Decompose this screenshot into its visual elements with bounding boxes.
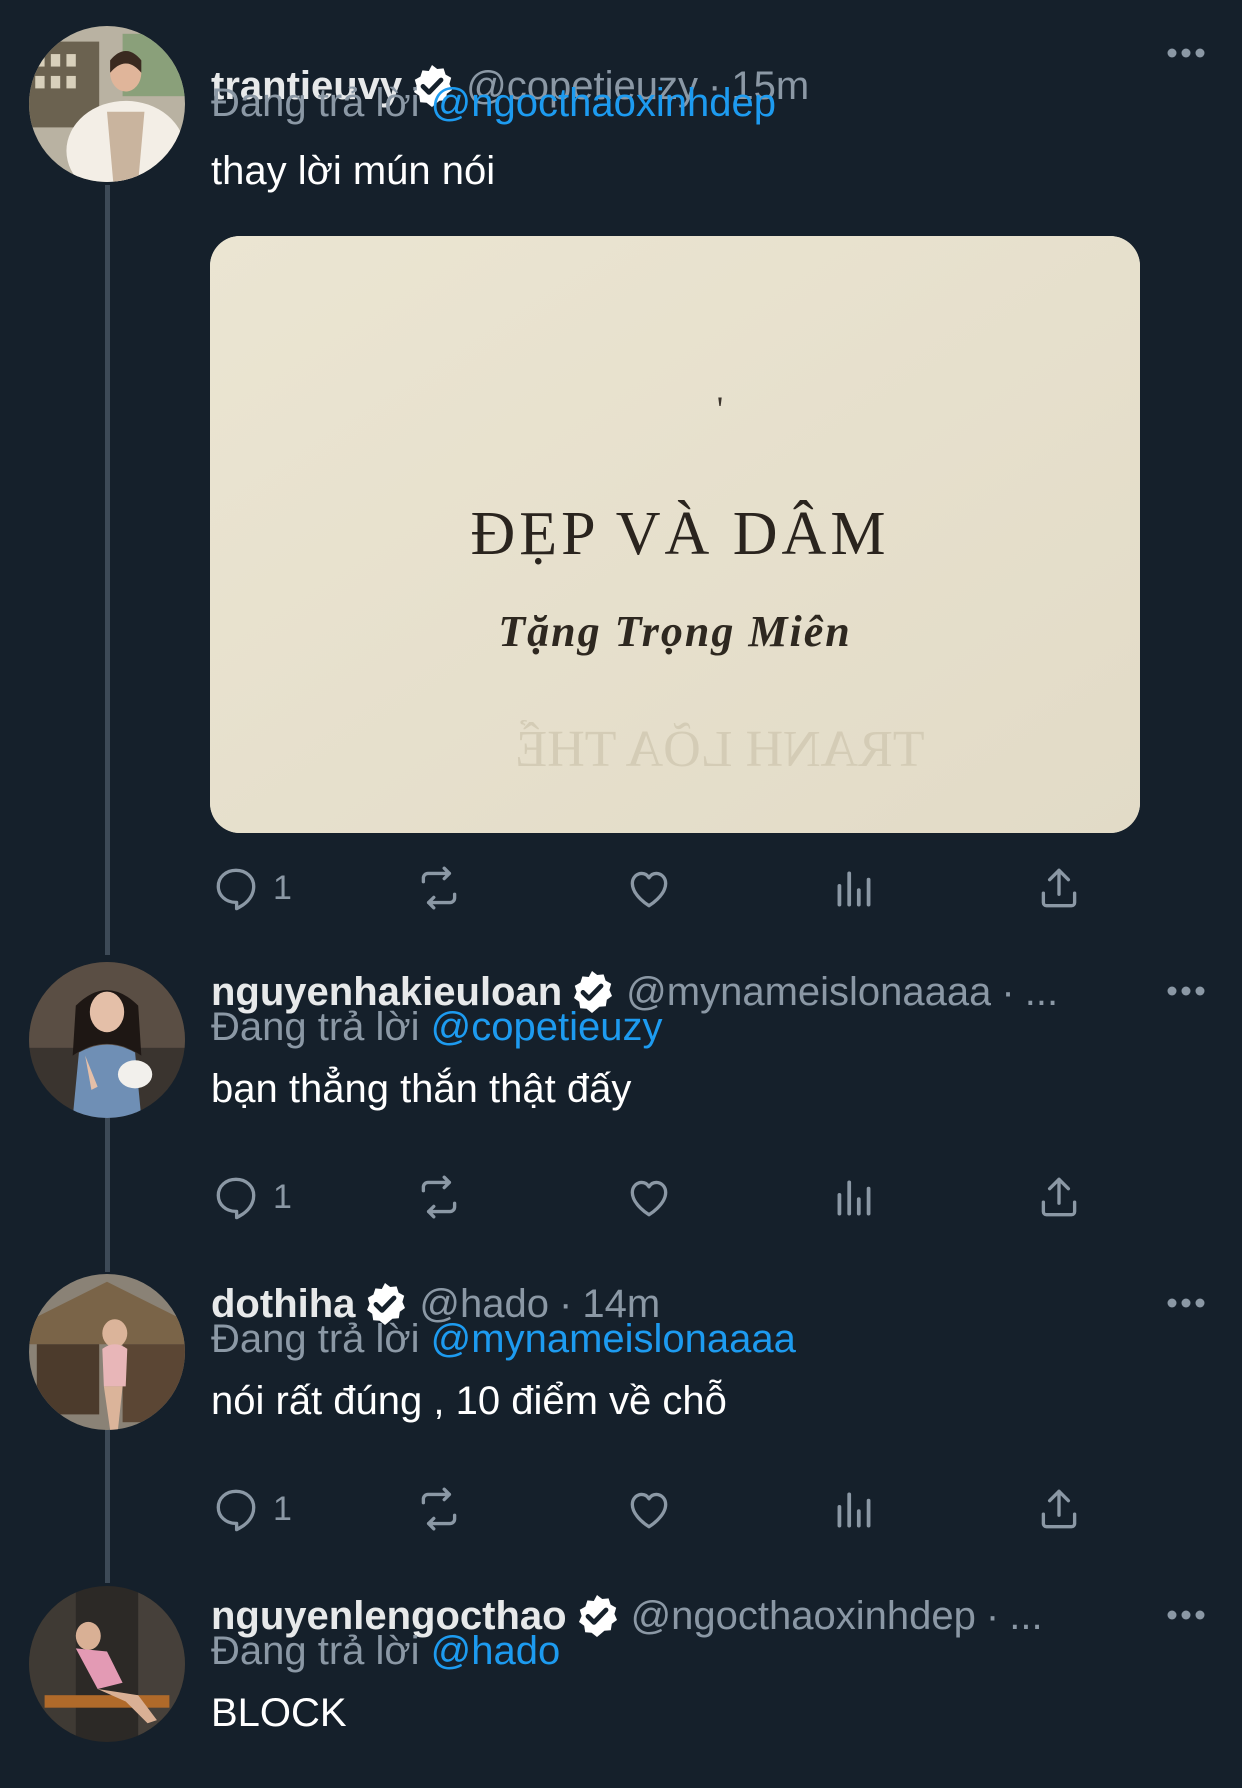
retweet-icon: [421, 866, 457, 910]
tweet-media-image[interactable]: TRANH LÕA THỂ ' ĐẸP VÀ DÂM Tặng Trọng Mi…: [210, 236, 1140, 833]
mention-link[interactable]: @mynameislonaaaa: [431, 1317, 796, 1361]
tweet-actions: 1: [211, 858, 1111, 918]
avatar[interactable]: [29, 1586, 185, 1742]
page-mark: ': [717, 389, 724, 429]
verified-badge-icon: [578, 1595, 617, 1637]
replying-to-label: Đang trả lời: [211, 1317, 420, 1361]
retweet-button[interactable]: [414, 1167, 464, 1227]
separator: ·: [1001, 969, 1015, 1014]
retweet-button[interactable]: [414, 1479, 464, 1539]
user-handle[interactable]: @ngocthaoxinhdep: [631, 1594, 976, 1639]
tweet-text: nói rất đúng , 10 điểm về chỗ: [211, 1379, 727, 1423]
views-bar-chart-icon: [837, 1492, 871, 1528]
views-button[interactable]: [829, 858, 879, 918]
like-button[interactable]: [624, 858, 674, 918]
reply-icon: [216, 1177, 256, 1220]
views-bar-chart-icon: [837, 871, 871, 907]
tweet-text: bạn thẳng thắn thật đấy: [211, 1067, 632, 1111]
tweet-actions: 1: [211, 1479, 1111, 1539]
views-button[interactable]: [829, 1479, 879, 1539]
replying-to: Đang trả lời @copetieuzy: [211, 1005, 663, 1050]
replying-to: Đang trả lời @mynameislonaaaa: [211, 1317, 796, 1362]
tweet-actions: 1: [211, 1167, 1111, 1227]
timestamp[interactable]: ...: [1009, 1594, 1042, 1639]
reply-icon: [216, 868, 256, 911]
mention-link[interactable]: @copetieuzy: [431, 1005, 663, 1049]
thread-line: [105, 1428, 110, 1583]
replying-to: Đang trả lời @hado: [211, 1629, 560, 1674]
avatar-image-icon: [29, 962, 185, 1118]
avatar-image-icon: [29, 1274, 185, 1430]
thread-line: [105, 185, 110, 955]
share-icon: [1041, 1177, 1077, 1217]
share-icon: [1041, 1489, 1077, 1529]
avatar[interactable]: [29, 962, 185, 1118]
reply-button[interactable]: 1: [211, 1167, 292, 1227]
retweet-icon: [421, 1175, 457, 1219]
reply-icon: [216, 1489, 256, 1532]
tweet-text: thay lời mún nói: [211, 149, 496, 193]
thread-line: [105, 1117, 110, 1272]
heart-icon: [630, 871, 668, 908]
avatar[interactable]: [29, 26, 185, 182]
reply-count: 1: [273, 1177, 292, 1216]
book-subtitle: Tặng Trọng Miên: [498, 607, 852, 656]
user-handle[interactable]: @mynameislonaaaa: [626, 970, 991, 1015]
more-dots-icon[interactable]: [1166, 46, 1206, 60]
share-icon: [1041, 868, 1077, 908]
bleed-through-text: TRANH LÕA THỂ: [515, 718, 924, 778]
mention-link[interactable]: @ngocthaoxinhdep: [431, 81, 776, 125]
replying-to: Đang trả lời @ngocthaoxinhdep: [211, 81, 776, 126]
share-button[interactable]: [1034, 1167, 1084, 1227]
reply-count: 1: [273, 1489, 292, 1528]
more-dots-icon[interactable]: [1166, 984, 1206, 998]
heart-icon: [630, 1180, 668, 1217]
separator: ·: [985, 1593, 1000, 1638]
avatar-image-icon: [29, 1586, 185, 1742]
reply-count: 1: [273, 868, 292, 907]
timestamp[interactable]: ...: [1025, 970, 1058, 1015]
book-title: ĐẸP VÀ DÂM: [471, 500, 890, 568]
replying-to-label: Đang trả lời: [211, 1629, 420, 1673]
share-button[interactable]: [1034, 1479, 1084, 1539]
tweet-text: BLOCK: [211, 1691, 347, 1735]
like-button[interactable]: [624, 1479, 674, 1539]
share-button[interactable]: [1034, 858, 1084, 918]
retweet-icon: [421, 1487, 457, 1531]
heart-icon: [630, 1492, 668, 1529]
book-page-image: TRANH LÕA THỂ ' ĐẸP VÀ DÂM Tặng Trọng Mi…: [210, 236, 1140, 833]
replying-to-label: Đang trả lời: [211, 1005, 420, 1049]
mention-link[interactable]: @hado: [431, 1629, 561, 1673]
more-dots-icon[interactable]: [1166, 1608, 1206, 1622]
views-bar-chart-icon: [837, 1180, 871, 1216]
more-dots-icon[interactable]: [1166, 1296, 1206, 1310]
retweet-button[interactable]: [414, 858, 464, 918]
avatar-image-icon: [29, 26, 185, 182]
like-button[interactable]: [624, 1167, 674, 1227]
avatar[interactable]: [29, 1274, 185, 1430]
views-button[interactable]: [829, 1167, 879, 1227]
reply-button[interactable]: 1: [211, 858, 292, 918]
reply-button[interactable]: 1: [211, 1479, 292, 1539]
replying-to-label: Đang trả lời: [211, 81, 420, 125]
